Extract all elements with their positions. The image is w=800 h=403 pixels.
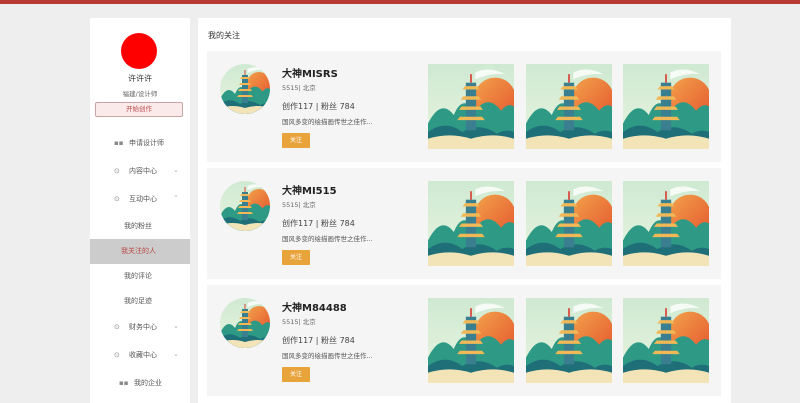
location-pin-icon: ⊙ bbox=[114, 351, 120, 359]
designer-stats: 创作117 | 粉丝 784 bbox=[282, 219, 355, 228]
designer-avatar[interactable] bbox=[220, 181, 270, 231]
artwork-thumbnail[interactable] bbox=[623, 64, 709, 149]
designer-stats: 创作117 | 粉丝 784 bbox=[282, 102, 355, 111]
sidebar-item-label: 我的企业 bbox=[134, 379, 162, 387]
top-accent-bar bbox=[0, 0, 800, 4]
follow-button[interactable]: 关注 bbox=[282, 367, 310, 382]
sidebar-item-favorites-center[interactable]: ⊙ 收藏中心 ⌄ bbox=[90, 343, 190, 368]
chevron-down-icon: ⌄ bbox=[173, 322, 179, 330]
designer-description: 国风多变的绘描画传世之佳作... bbox=[282, 235, 373, 243]
artwork-thumbnail[interactable] bbox=[623, 298, 709, 383]
sidebar-item-my-fans[interactable]: 我的粉丝 bbox=[90, 214, 190, 239]
artwork-thumbnail[interactable] bbox=[526, 298, 612, 383]
start-creating-button[interactable]: 开始创作 bbox=[95, 102, 183, 117]
designer-meta: 5515| 北京 bbox=[282, 84, 316, 92]
follow-card: 大神MISRS 5515| 北京 创作117 | 粉丝 784 国风多变的绘描画… bbox=[207, 51, 721, 162]
location-pin-icon: ⊙ bbox=[114, 323, 120, 331]
designer-meta: 5515| 北京 bbox=[282, 318, 316, 326]
user-name: 许许许 bbox=[128, 74, 152, 83]
chevron-down-icon: ⌄ bbox=[173, 166, 179, 174]
artwork-thumbnail[interactable] bbox=[428, 181, 514, 266]
artwork-thumbnail[interactable] bbox=[526, 64, 612, 149]
sidebar-item-my-following[interactable]: 我关注的人 bbox=[90, 239, 190, 264]
sidebar-item-content-center[interactable]: ⊙ 内容中心 ⌄ bbox=[90, 159, 190, 184]
artwork-thumbnail[interactable] bbox=[428, 64, 514, 149]
sidebar-item-apply-designer[interactable]: ▪▪ 申请设计师 bbox=[90, 131, 190, 156]
follow-button[interactable]: 关注 bbox=[282, 133, 310, 148]
sidebar-item-label: 收藏中心 bbox=[129, 351, 157, 359]
designer-meta: 5515| 北京 bbox=[282, 201, 316, 209]
avatar[interactable] bbox=[121, 33, 157, 69]
sidebar-item-interaction-center[interactable]: ⊙ 互动中心 ⌃ bbox=[90, 187, 190, 212]
sidebar-item-label: 申请设计师 bbox=[129, 139, 164, 147]
sidebar-item-label: 我的足迹 bbox=[124, 297, 152, 305]
sidebar-item-label: 我关注的人 bbox=[121, 247, 156, 255]
designer-description: 国风多变的绘描画传世之佳作... bbox=[282, 118, 373, 126]
sidebar-item-label: 内容中心 bbox=[129, 167, 157, 175]
sidebar-item-label: 我的粉丝 bbox=[124, 222, 152, 230]
sidebar-item-label: 互动中心 bbox=[129, 195, 157, 203]
sidebar-item-label: 财务中心 bbox=[129, 323, 157, 331]
artwork-thumbnail[interactable] bbox=[526, 181, 612, 266]
chevron-up-icon: ⌃ bbox=[173, 194, 179, 202]
follow-card: 大神MI515 5515| 北京 创作117 | 粉丝 784 国风多变的绘描画… bbox=[207, 168, 721, 279]
grid-icon: ▪▪ bbox=[114, 139, 124, 147]
artwork-thumbnail[interactable] bbox=[623, 181, 709, 266]
grid-icon: ▪▪ bbox=[119, 379, 129, 387]
chevron-down-icon: ⌄ bbox=[173, 350, 179, 358]
sidebar-item-finance-center[interactable]: ⊙ 财务中心 ⌄ bbox=[90, 315, 190, 340]
page-title: 我的关注 bbox=[208, 31, 240, 40]
designer-name[interactable]: 大神MISRS bbox=[282, 65, 338, 80]
sidebar-item-my-comments[interactable]: 我的评论 bbox=[90, 264, 190, 289]
user-title: 福建/设计师 bbox=[122, 90, 158, 98]
designer-name[interactable]: 大神M84488 bbox=[282, 299, 347, 314]
follow-card: 大神M84488 5515| 北京 创作117 | 粉丝 784 国风多变的绘描… bbox=[207, 285, 721, 396]
location-pin-icon: ⊙ bbox=[114, 195, 120, 203]
main-panel: 我的关注 大神MISRS 5515| 北京 创作117 | 粉丝 784 国风多… bbox=[198, 18, 731, 403]
sidebar: 许许许 福建/设计师 开始创作 ▪▪ 申请设计师 ⊙ 内容中心 ⌄ ⊙ 互动中心… bbox=[90, 18, 190, 403]
designer-name[interactable]: 大神MI515 bbox=[282, 182, 337, 197]
follow-button[interactable]: 关注 bbox=[282, 250, 310, 265]
designer-description: 国风多变的绘描画传世之佳作... bbox=[282, 352, 373, 360]
sidebar-item-label: 我的评论 bbox=[124, 272, 152, 280]
sidebar-item-my-company[interactable]: ▪▪ 我的企业 bbox=[90, 371, 190, 396]
designer-avatar[interactable] bbox=[220, 64, 270, 114]
designer-avatar[interactable] bbox=[220, 298, 270, 348]
location-pin-icon: ⊙ bbox=[114, 167, 120, 175]
designer-stats: 创作117 | 粉丝 784 bbox=[282, 336, 355, 345]
sidebar-item-my-footprints[interactable]: 我的足迹 bbox=[90, 289, 190, 314]
artwork-thumbnail[interactable] bbox=[428, 298, 514, 383]
